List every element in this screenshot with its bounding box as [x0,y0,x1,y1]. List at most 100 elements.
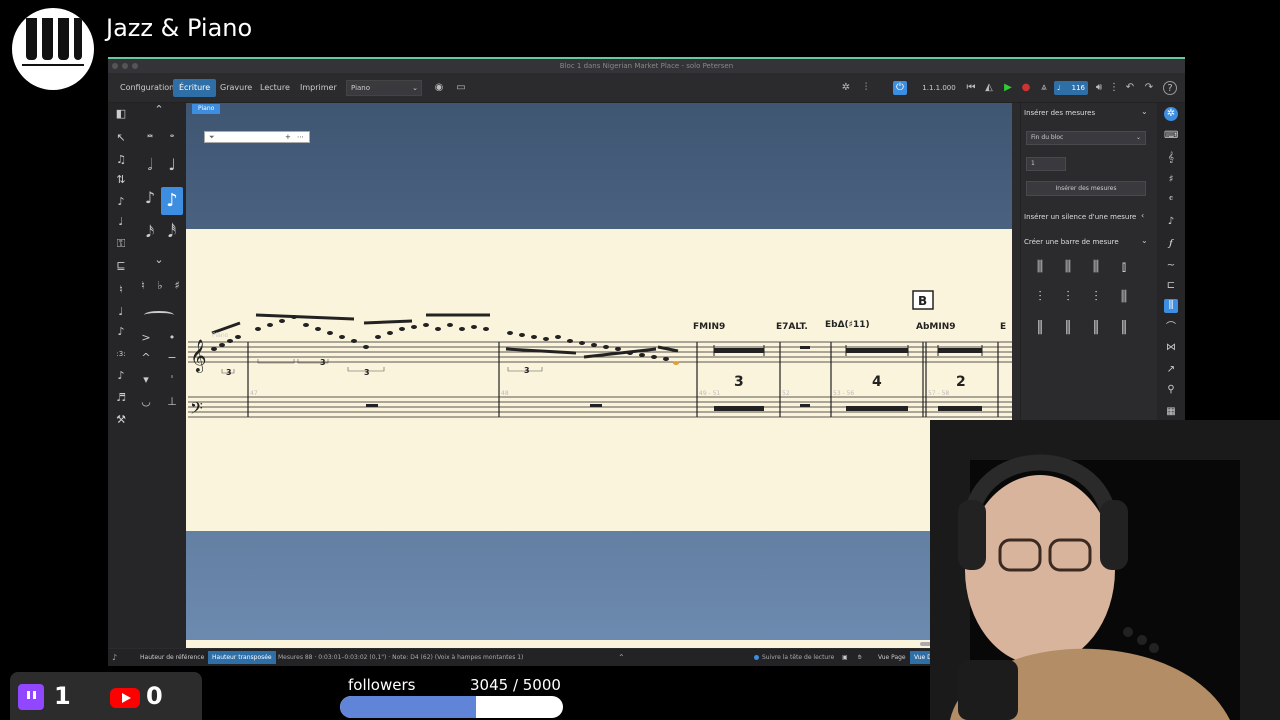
clef-icon[interactable]: 𝄞 [1164,151,1178,165]
window-icon[interactable]: ▭ [454,81,468,95]
eye-icon[interactable]: ◉ [432,81,446,95]
barline-option-icon[interactable]: ⫶ [1026,289,1054,305]
tempo-display[interactable]: ♩ 116 [1054,81,1088,95]
count-stepper[interactable]: 1 [1026,157,1066,171]
chevron-up-icon[interactable]: ⌃ [618,649,625,666]
staccato-icon[interactable]: • [165,331,179,345]
stem-icon[interactable]: ♩ [114,305,128,319]
bars-barlines-icon[interactable]: ⫼ [1164,299,1178,313]
chord-icon[interactable]: ⇅ [114,173,128,187]
tuplet-ratio-icon[interactable]: :3: [114,347,128,361]
chevron-down-icon[interactable]: ⌄ [1141,107,1148,116]
follow-playhead-toggle[interactable]: Suivre la tête de lecture [762,649,834,666]
score-view[interactable]: 𝄞 𝄢 3 333 3 4 2 FMIN9 E7ALT. EbΔ(♯11) Ab… [186,103,1012,648]
panel-section-title[interactable]: Insérer un silence d'une mesure [1024,213,1136,221]
zoom-window-button[interactable] [132,63,138,69]
hand-icon[interactable]: ✋︎ [854,651,865,664]
barline-option-icon[interactable]: ⫶ [1082,289,1110,305]
barline-option-icon[interactable]: ⫼ [1110,289,1138,305]
voice-icon[interactable]: ♬ [114,391,128,405]
sharp-icon[interactable]: ♯ [170,279,184,293]
accidental-tool-icon[interactable]: ♮ [114,283,128,297]
barline-option-icon[interactable]: ‖ [1082,319,1110,335]
flat-icon[interactable]: ♭ [153,279,167,293]
play-icon[interactable]: ▶ [1001,81,1015,95]
filter-bar[interactable]: ⏷ + ⋯ [204,131,310,143]
tab-part-piano[interactable]: Piano [192,104,221,114]
natural-icon[interactable]: ♮ [136,279,150,293]
breve-icon[interactable]: 𝅜 [143,127,157,141]
force-duration-icon[interactable]: ♪ [114,325,128,339]
tab-configuration[interactable]: Configuration [114,79,180,97]
barline-option-icon[interactable]: ⫾ [1110,259,1138,275]
arpeggio-icon[interactable]: ⋈ [1164,341,1178,355]
note-input-icon[interactable]: ♫ [114,153,128,167]
instrument-select[interactable]: Piano ⌄ [346,80,422,96]
select-icon[interactable]: ↖ [114,131,128,145]
marcato-icon[interactable]: ^ [139,351,153,365]
click-icon[interactable]: ⩓ [1037,81,1051,95]
barline-option-icon[interactable]: ⫶ [1054,289,1082,305]
panel-section-title[interactable]: Créer une barre de mesure [1024,238,1119,246]
note-icon[interactable]: ♪ [112,649,117,666]
barline-option-icon[interactable]: ⫼ [1054,259,1082,275]
accent-icon[interactable]: > [139,331,153,345]
barline-option-icon[interactable]: ⫼ [1026,259,1054,275]
half-note-icon[interactable]: 𝅗𝅥 [143,157,157,178]
playing-techniques-icon[interactable]: ⚲ [1164,383,1178,397]
transposed-pitch-toggle[interactable]: Hauteur transposée [208,651,276,664]
rewind-icon[interactable]: ⏮ [964,81,978,95]
tenuto-icon[interactable]: − [165,351,179,365]
key-signature-icon[interactable]: ♯ [1164,173,1178,187]
tab-imprimer[interactable]: Imprimer [294,79,343,97]
keyboard-icon[interactable]: ⌨ [1164,129,1178,143]
view-icon[interactable]: ▣ [838,651,852,664]
page-view-tab[interactable]: Vue Page [874,651,910,664]
position-select[interactable]: Fin du bloc ⌄ [1026,131,1146,145]
undo-icon[interactable]: ↶ [1123,81,1137,95]
add-icon[interactable]: + [285,132,291,142]
metronome-icon[interactable]: ◭ [982,81,996,95]
glissando-icon[interactable]: ↗ [1164,363,1178,377]
barline-option-icon[interactable]: ‖ [1054,319,1082,335]
cross-staff-icon[interactable]: ⚒ [114,413,128,427]
repeat-icon[interactable]: ⊏ [1164,279,1178,293]
barline-option-icon[interactable]: ⫼ [1082,259,1110,275]
tuplet-tool-icon[interactable]: ♩ [114,215,128,229]
ornaments-icon[interactable]: ~ [1164,259,1178,273]
time-signature-icon[interactable]: 𝄴 [1164,193,1178,207]
tie-icon[interactable]: ◡ [139,395,153,409]
lock-icon[interactable]: ⚿ [114,237,128,251]
sixteenth-note-icon[interactable]: ♪ [161,187,183,215]
chord-diagram-icon[interactable]: ▦ [1164,405,1178,419]
thirty-second-note-icon[interactable]: 𝅘𝅥𝅯 [143,224,157,245]
rhythm-dot-icon[interactable]: ♪ [114,369,128,383]
eighth-note-icon[interactable]: ♪ [143,190,157,211]
record-icon[interactable]: ● [1019,81,1033,95]
insert-icon[interactable]: ⊑ [114,259,128,273]
tab-ecriture[interactable]: Écriture [173,79,217,97]
volume-icon[interactable]: 🔊︎ [1092,81,1106,95]
mixer-icon[interactable]: ⫶ [859,81,873,95]
tab-lecture[interactable]: Lecture [254,79,296,97]
insert-bars-button[interactable]: Insérer des mesures [1026,181,1146,196]
chevron-down-icon[interactable]: ⌄ [1141,236,1148,245]
staccatissimo-icon[interactable]: ▾ [139,373,153,387]
redo-icon[interactable]: ↷ [1142,81,1156,95]
palette-icon[interactable]: ✲ [839,81,853,95]
chevron-down-icon[interactable]: ⌄ [152,253,166,267]
panel-section-title[interactable]: Insérer des mesures [1024,109,1095,117]
power-icon[interactable]: ⏻ [893,81,907,95]
chevron-left-icon[interactable]: ‹ [1141,211,1144,220]
properties-icon[interactable]: ✲ [1164,107,1178,121]
chevron-up-icon[interactable]: ⌃ [152,103,166,117]
close-window-button[interactable] [112,63,118,69]
help-icon[interactable]: ? [1163,81,1177,95]
reference-pitch-toggle[interactable]: Hauteur de référence [136,651,208,664]
minimize-window-button[interactable] [122,63,128,69]
grace-note-icon[interactable]: ♪ [114,195,128,209]
more-icon[interactable]: ⋯ [297,132,304,142]
stress-icon[interactable]: ˈ [165,373,179,387]
horizontal-scrollbar[interactable] [186,640,1012,648]
fermata-icon[interactable]: ⊥ [165,395,179,409]
